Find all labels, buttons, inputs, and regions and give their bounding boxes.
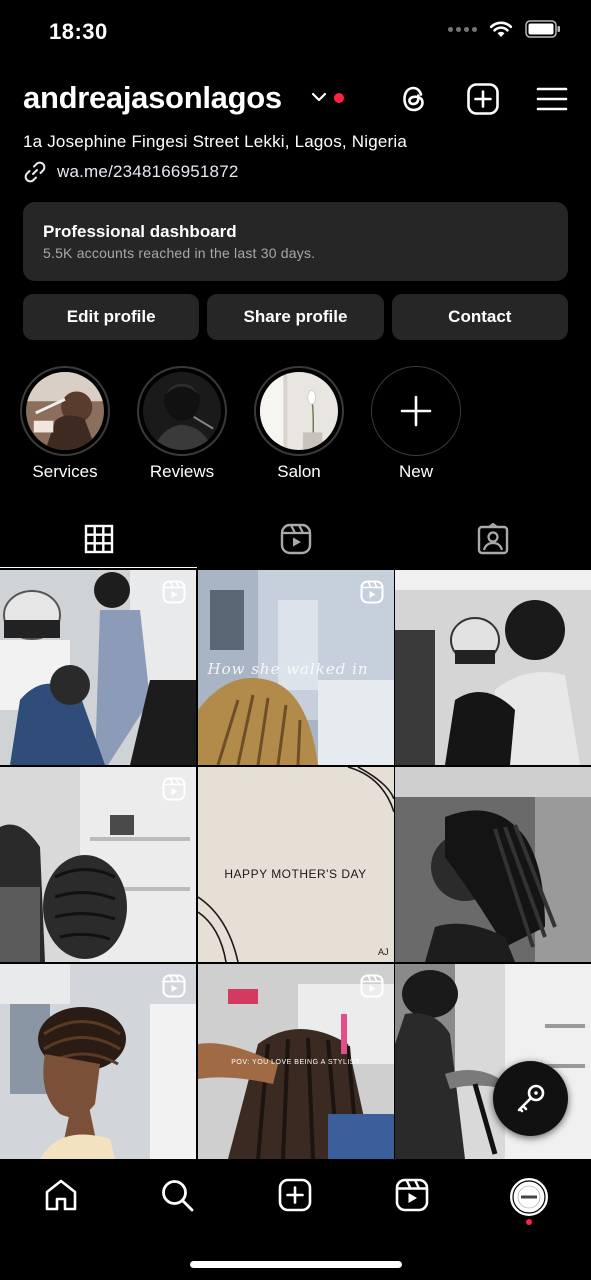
reel-badge-icon xyxy=(360,974,383,998)
post-thumbnail[interactable] xyxy=(0,570,196,765)
status-bar: 18:30 xyxy=(0,0,591,64)
key-icon xyxy=(517,1084,544,1112)
link-text[interactable]: wa.me/2348166951872 xyxy=(57,162,239,182)
threads-icon[interactable] xyxy=(397,82,431,116)
tab-grid[interactable] xyxy=(0,510,197,568)
post-overlay-text: POV: YOU LOVE BEING A STYLIST xyxy=(231,1059,360,1066)
reel-badge-icon xyxy=(162,777,186,801)
tab-tagged[interactable] xyxy=(394,510,591,568)
story-highlights: Services Reviews Salon New xyxy=(20,366,461,482)
tab-reels[interactable] xyxy=(197,510,394,568)
dashboard-title: Professional dashboard xyxy=(43,222,237,241)
highlight-services[interactable]: Services xyxy=(20,366,110,482)
post-thumbnail[interactable] xyxy=(395,964,591,1159)
nav-reels[interactable] xyxy=(392,1175,432,1215)
highlight-label: Services xyxy=(32,462,98,481)
dashboard-subtitle: 5.5K accounts reached in the last 30 day… xyxy=(43,245,316,261)
highlight-salon[interactable]: Salon xyxy=(254,366,344,482)
post-thumbnail[interactable]: POV: YOU LOVE BEING A STYLIST xyxy=(197,964,394,1159)
highlight-cover-image xyxy=(143,372,221,450)
reels-icon xyxy=(280,523,311,555)
nav-home[interactable] xyxy=(41,1175,81,1215)
active-tab-indicator xyxy=(0,566,197,568)
profile-link[interactable]: wa.me/2348166951872 xyxy=(23,160,239,184)
profile-actions: Edit profile Share profile Contact xyxy=(23,294,568,340)
signal-icon xyxy=(448,26,477,32)
reel-badge-icon xyxy=(162,580,186,604)
status-time: 18:30 xyxy=(49,19,108,44)
battery-icon xyxy=(525,20,560,38)
post-thumbnail[interactable] xyxy=(0,964,196,1159)
add-post-icon[interactable] xyxy=(466,82,500,116)
menu-icon[interactable] xyxy=(535,82,569,116)
grid-icon xyxy=(84,524,113,554)
highlight-reviews[interactable]: Reviews xyxy=(137,366,227,482)
share-profile-button[interactable]: Share profile xyxy=(207,294,384,340)
home-indicator[interactable] xyxy=(190,1261,402,1268)
post-watermark: AJ xyxy=(377,947,389,957)
highlight-new[interactable]: New xyxy=(371,366,461,482)
chevron-down-icon[interactable] xyxy=(310,90,328,104)
post-thumbnail[interactable]: How she walked in xyxy=(197,570,394,765)
post-image xyxy=(395,964,591,1159)
contact-button[interactable]: Contact xyxy=(391,294,568,340)
create-icon xyxy=(278,1178,312,1212)
highlight-cover-image xyxy=(260,372,338,450)
post-thumbnail[interactable] xyxy=(395,767,591,962)
edit-profile-button[interactable]: Edit profile xyxy=(23,294,200,340)
profile-notification-dot xyxy=(526,1219,532,1225)
home-icon xyxy=(45,1179,77,1211)
post-overlay-text: How she walked in xyxy=(207,660,369,678)
highlight-label: Reviews xyxy=(149,462,215,481)
content-tabs xyxy=(0,510,591,568)
highlight-label: New xyxy=(398,462,433,481)
search-icon xyxy=(162,1180,194,1212)
wifi-icon xyxy=(489,21,513,37)
username[interactable]: andreajasonlagos xyxy=(23,80,282,116)
bottom-navigation xyxy=(0,1161,591,1280)
post-thumbnail[interactable] xyxy=(0,767,196,962)
highlight-label: Salon xyxy=(277,462,321,481)
avatar xyxy=(512,1180,546,1214)
reels-icon xyxy=(395,1178,429,1212)
nav-profile-avatar[interactable] xyxy=(510,1178,548,1216)
post-image xyxy=(395,767,591,962)
reel-badge-icon xyxy=(162,974,186,998)
nav-search[interactable] xyxy=(157,1175,197,1215)
key-fab-button[interactable] xyxy=(493,1061,568,1136)
tagged-icon xyxy=(477,523,508,555)
post-image xyxy=(395,570,591,765)
professional-dashboard[interactable]: Professional dashboard 5.5K accounts rea… xyxy=(23,202,568,281)
nav-create[interactable] xyxy=(275,1175,315,1215)
post-overlay-text: HAPPY MOTHER'S DAY xyxy=(224,867,367,881)
reel-badge-icon xyxy=(360,580,383,604)
post-thumbnail[interactable]: HAPPY MOTHER'S DAY AJ xyxy=(197,767,394,962)
post-thumbnail[interactable] xyxy=(395,570,591,765)
post-image xyxy=(197,767,394,962)
plus-icon xyxy=(400,395,432,427)
status-icons xyxy=(448,20,561,38)
profile-header: andreajasonlagos xyxy=(0,76,591,124)
notification-dot xyxy=(334,93,344,103)
highlight-cover-image xyxy=(26,372,104,450)
link-icon xyxy=(24,161,46,183)
profile-address: 1a Josephine Fingesi Street Lekki, Lagos… xyxy=(23,132,408,151)
